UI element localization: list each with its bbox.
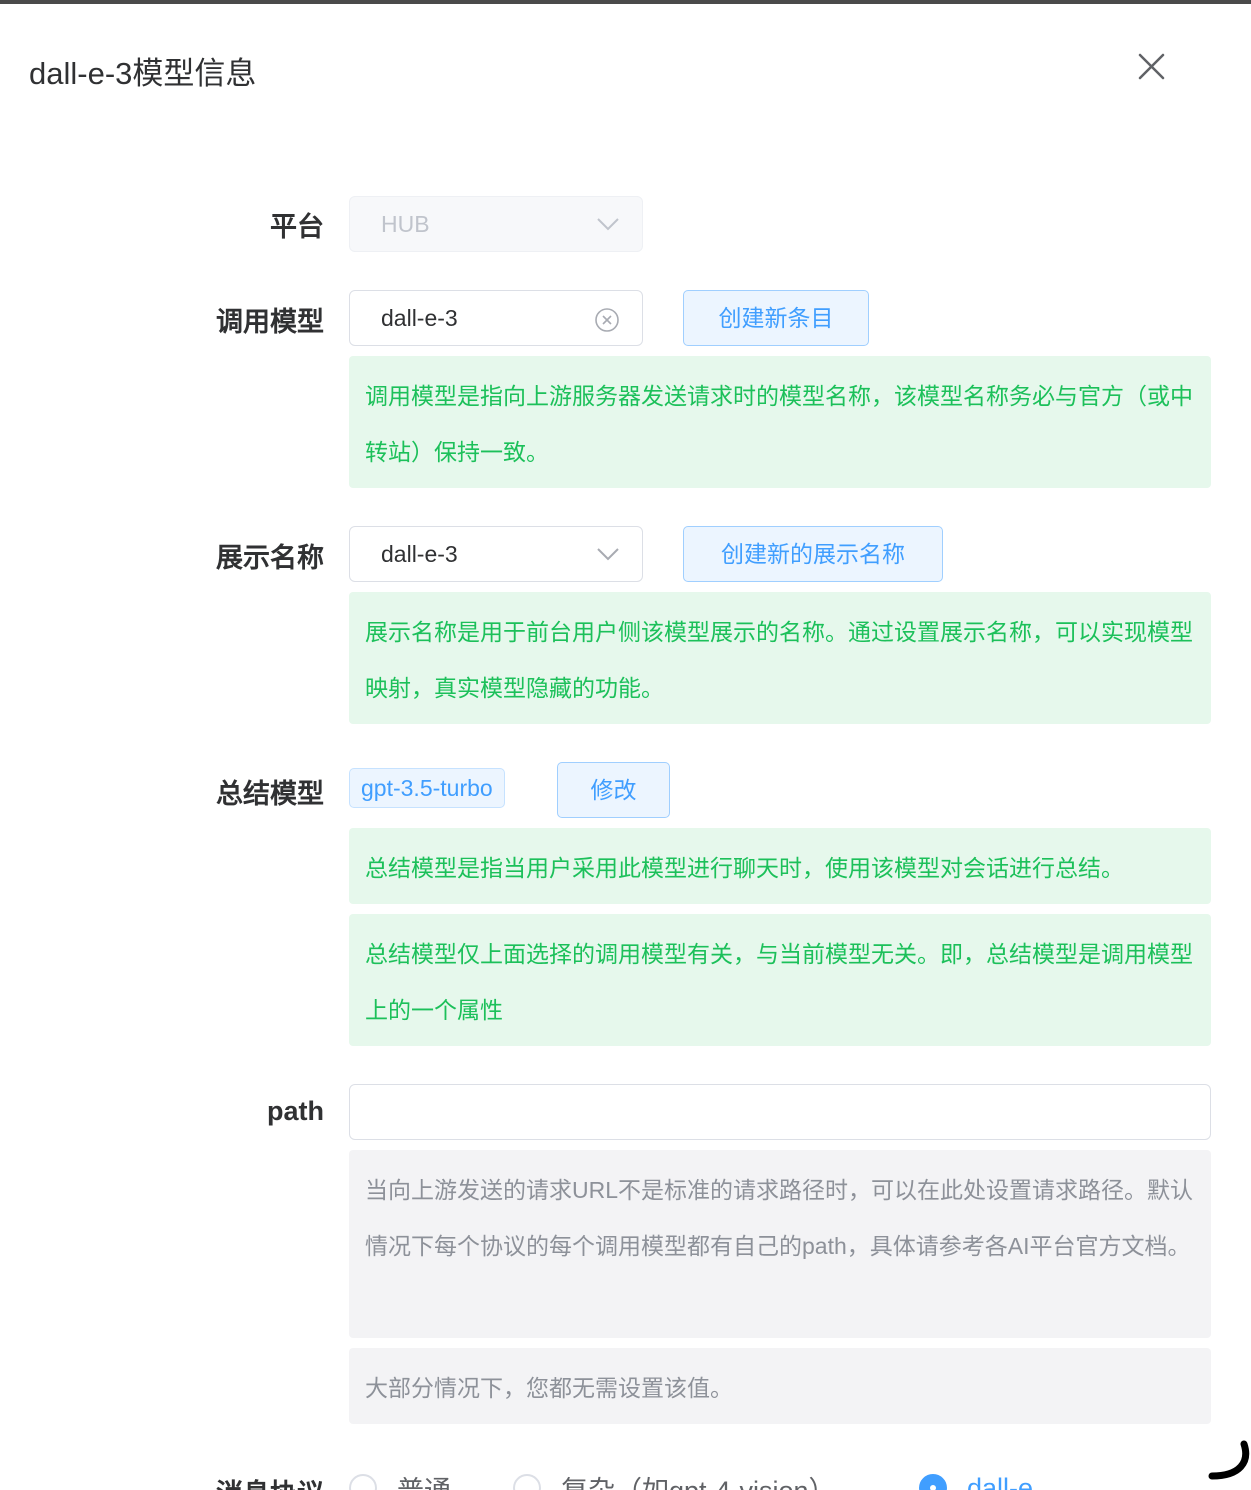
protocol-option-label: dall-e (967, 1472, 1034, 1490)
path-tip: 当向上游发送的请求URL不是标准的请求路径时，可以在此处设置请求路径。默认情况下… (349, 1150, 1211, 1338)
summary-model-note: 总结模型仅上面选择的调用模型有关，与当前模型无关。即，总结模型是调用模型上的一个… (349, 914, 1211, 1046)
protocol-option-label: 复杂（如gpt-4-vision） (561, 1469, 836, 1490)
invoke-model-label: 调用模型 (216, 307, 324, 337)
radio-icon (513, 1474, 541, 1490)
chevron-down-icon (597, 218, 619, 231)
display-name-label: 展示名称 (216, 543, 324, 573)
summary-model-label: 总结模型 (216, 779, 324, 809)
protocol-option-label: 普通 (397, 1469, 451, 1490)
create-display-name-button[interactable]: 创建新的展示名称 (683, 526, 943, 582)
invoke-model-select[interactable]: dall-e-3 (349, 290, 643, 346)
radio-icon (349, 1474, 377, 1490)
loading-spinner-icon (1208, 1440, 1250, 1480)
display-name-tip: 展示名称是用于前台用户侧该模型展示的名称。通过设置展示名称，可以实现模型映射，真… (349, 592, 1211, 724)
platform-label: 平台 (270, 212, 324, 242)
dialog-title: dall-e-3模型信息 (29, 56, 257, 91)
platform-value: HUB (381, 211, 430, 237)
path-input[interactable] (349, 1084, 1211, 1140)
summary-model-tip: 总结模型是指当用户采用此模型进行聊天时，使用该模型对会话进行总结。 (349, 828, 1211, 904)
chevron-down-icon (597, 548, 619, 561)
protocol-option-dalle[interactable]: dall-e (919, 1468, 1033, 1490)
radio-checked-icon (919, 1474, 947, 1490)
protocol-option-complex[interactable]: 复杂（如gpt-4-vision） (513, 1468, 836, 1490)
platform-select[interactable]: HUB (349, 196, 643, 252)
protocol-label: 消息协议 (216, 1472, 324, 1490)
display-name-select[interactable]: dall-e-3 (349, 526, 643, 582)
protocol-option-normal[interactable]: 普通 (349, 1468, 451, 1490)
edit-summary-model-button[interactable]: 修改 (557, 762, 670, 818)
window-top-border (0, 0, 1251, 4)
invoke-model-tip: 调用模型是指向上游服务器发送请求时的模型名称，该模型名称务必与官方（或中转站）保… (349, 356, 1211, 488)
close-button[interactable] (1131, 48, 1171, 88)
display-name-value: dall-e-3 (381, 541, 458, 567)
clear-icon[interactable] (594, 307, 620, 333)
close-icon (1138, 53, 1165, 80)
path-note: 大部分情况下，您都无需设置该值。 (349, 1348, 1211, 1424)
create-entry-button[interactable]: 创建新条目 (683, 290, 869, 346)
path-label: path (267, 1096, 324, 1126)
summary-model-tag: gpt-3.5-turbo (349, 768, 505, 808)
invoke-model-value: dall-e-3 (381, 305, 458, 331)
